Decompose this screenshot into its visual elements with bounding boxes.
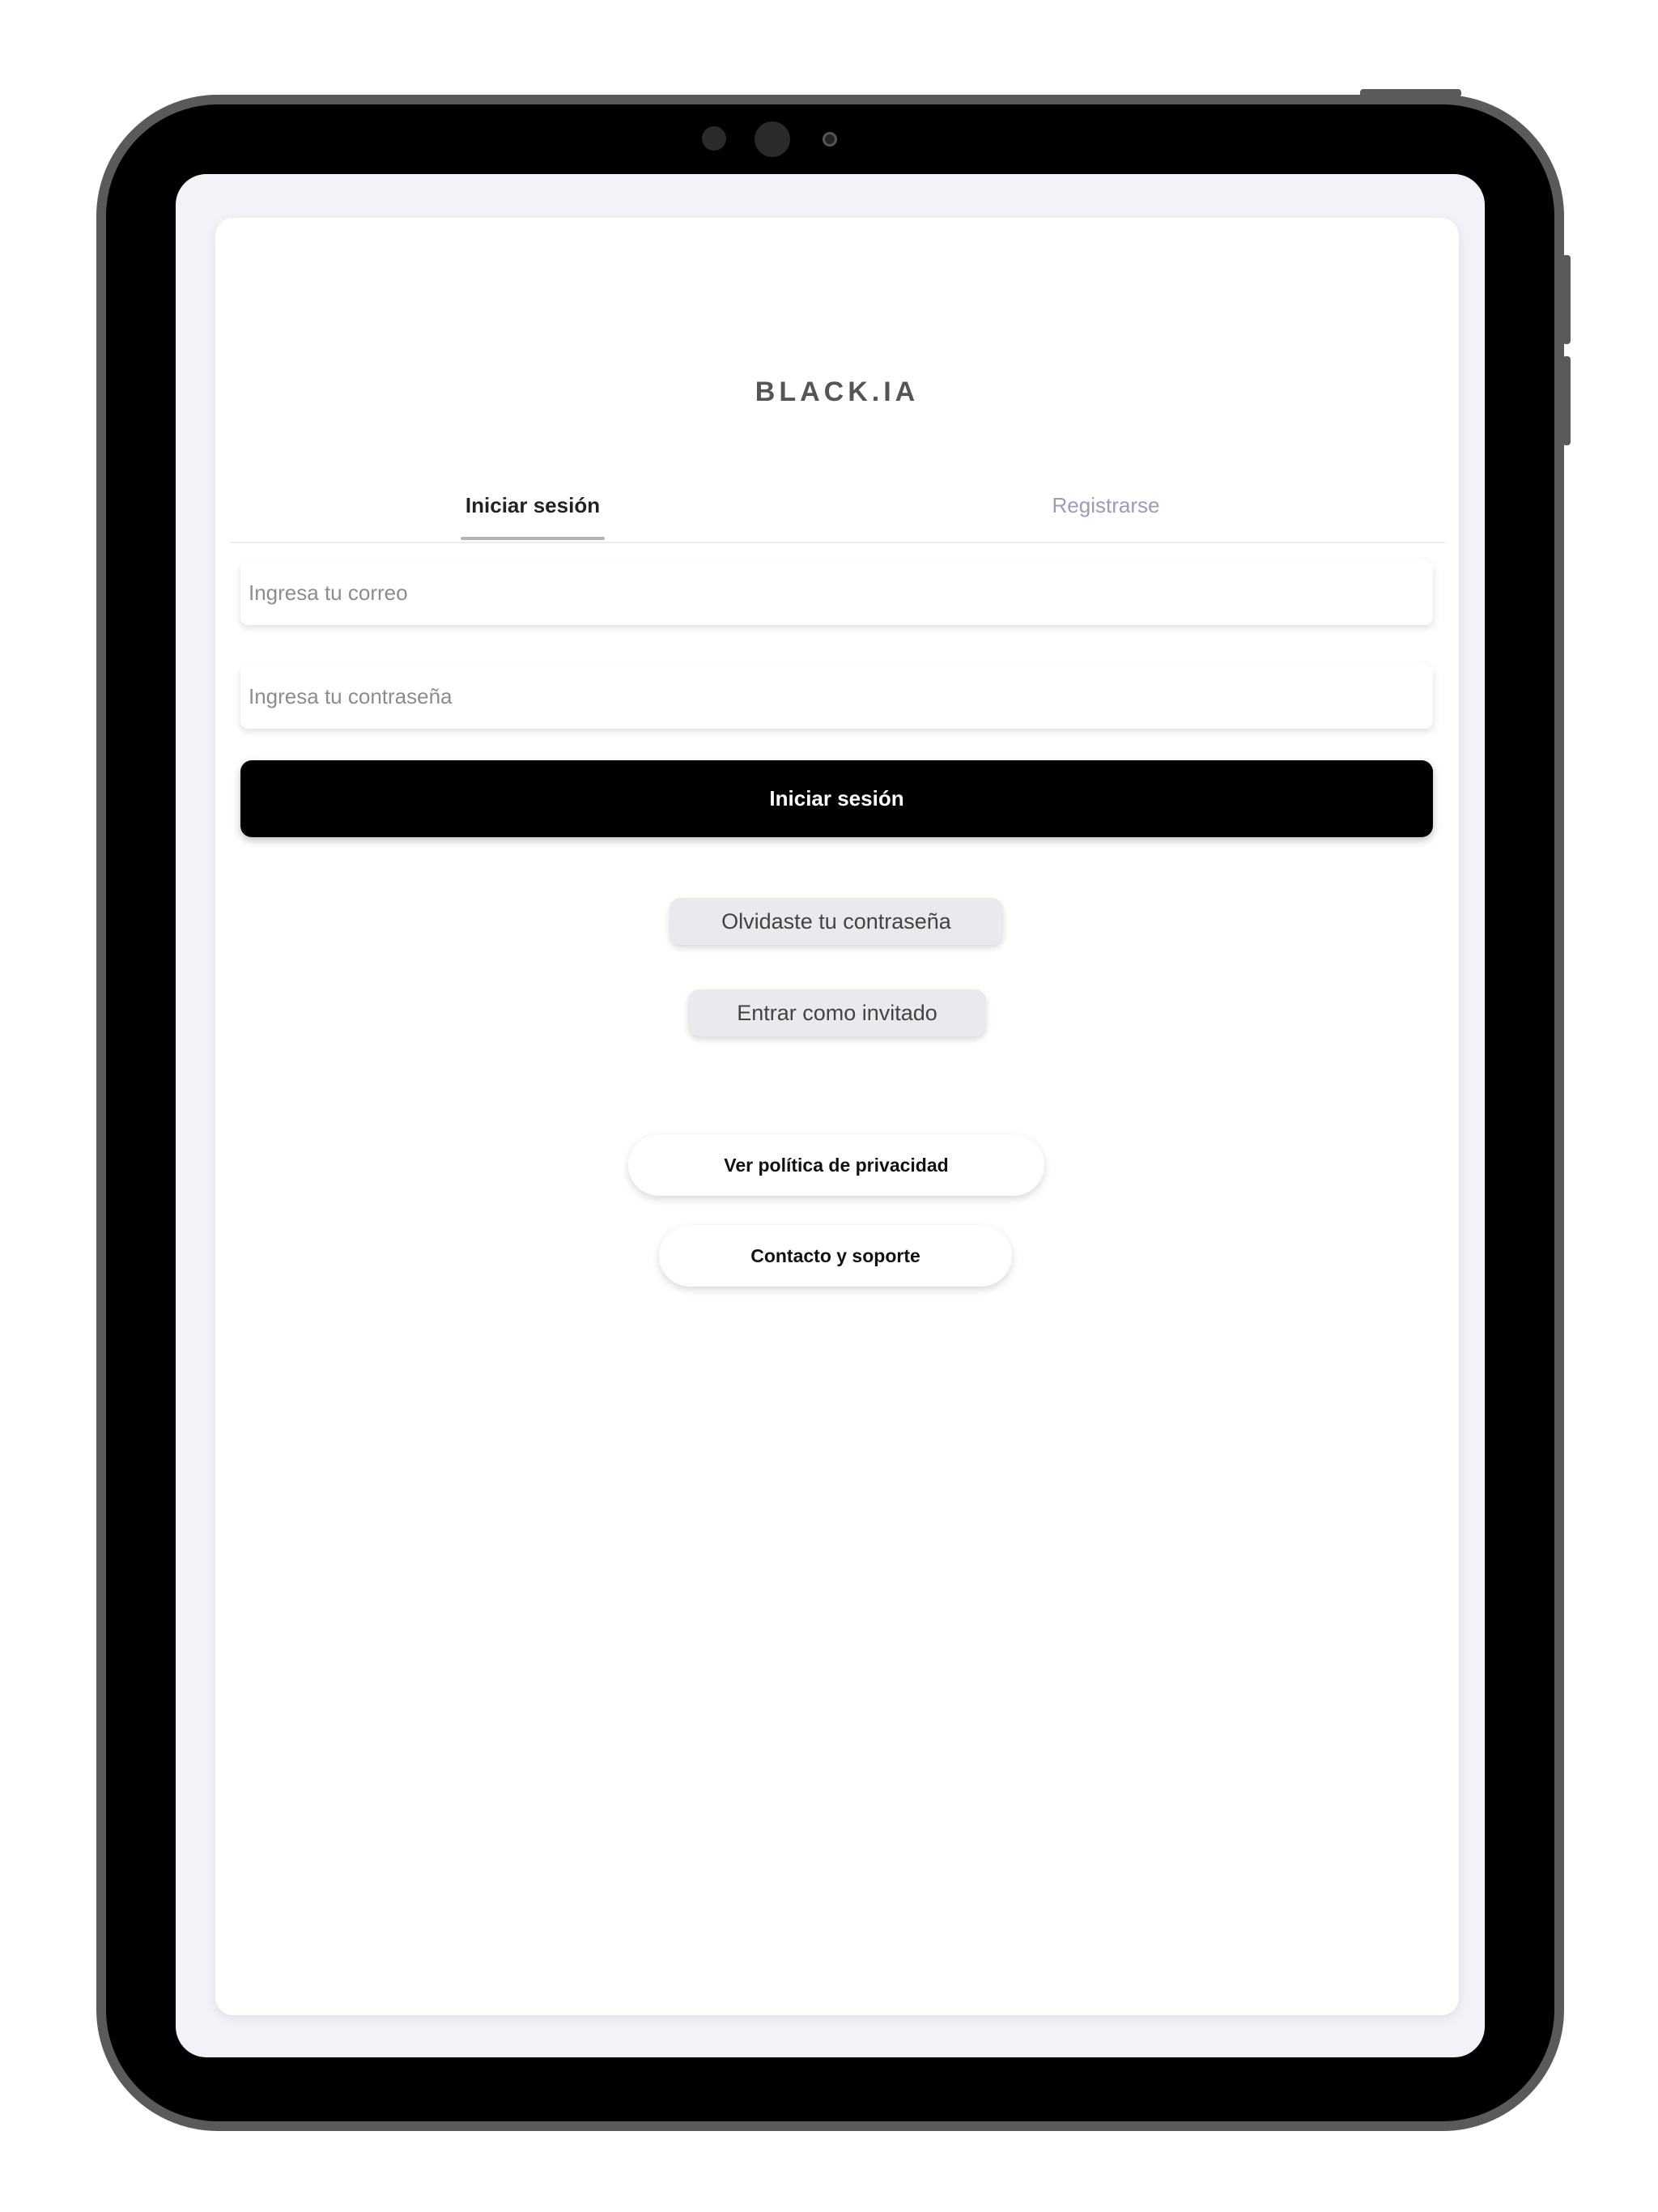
power-button	[1360, 89, 1461, 97]
brand-logo: BLACK.IA	[755, 376, 920, 407]
login-button[interactable]: Iniciar sesión	[240, 760, 1433, 837]
tab-divider	[231, 542, 1445, 543]
guest-login-button[interactable]: Entrar como invitado	[688, 989, 986, 1036]
volume-up-button	[1562, 255, 1571, 344]
volume-down-button	[1562, 356, 1571, 445]
contact-support-button[interactable]: Contacto y soporte	[659, 1225, 1012, 1287]
password-input[interactable]	[240, 664, 1433, 729]
flash-icon	[823, 132, 837, 147]
tab-login[interactable]: Iniciar sesión	[460, 493, 606, 518]
login-card: BLACK.IA Iniciar sesión Registrarse Inic…	[215, 218, 1459, 2015]
email-input[interactable]	[240, 560, 1433, 625]
forgot-password-button[interactable]: Olvidaste tu contraseña	[670, 898, 1003, 945]
tab-register[interactable]: Registrarse	[1041, 493, 1171, 518]
tablet-screen: BLACK.IA Iniciar sesión Registrarse Inic…	[176, 174, 1485, 2057]
sensor-icon	[702, 126, 726, 151]
camera-icon	[755, 121, 790, 157]
privacy-policy-button[interactable]: Ver política de privacidad	[628, 1134, 1044, 1196]
active-tab-indicator	[461, 537, 605, 540]
